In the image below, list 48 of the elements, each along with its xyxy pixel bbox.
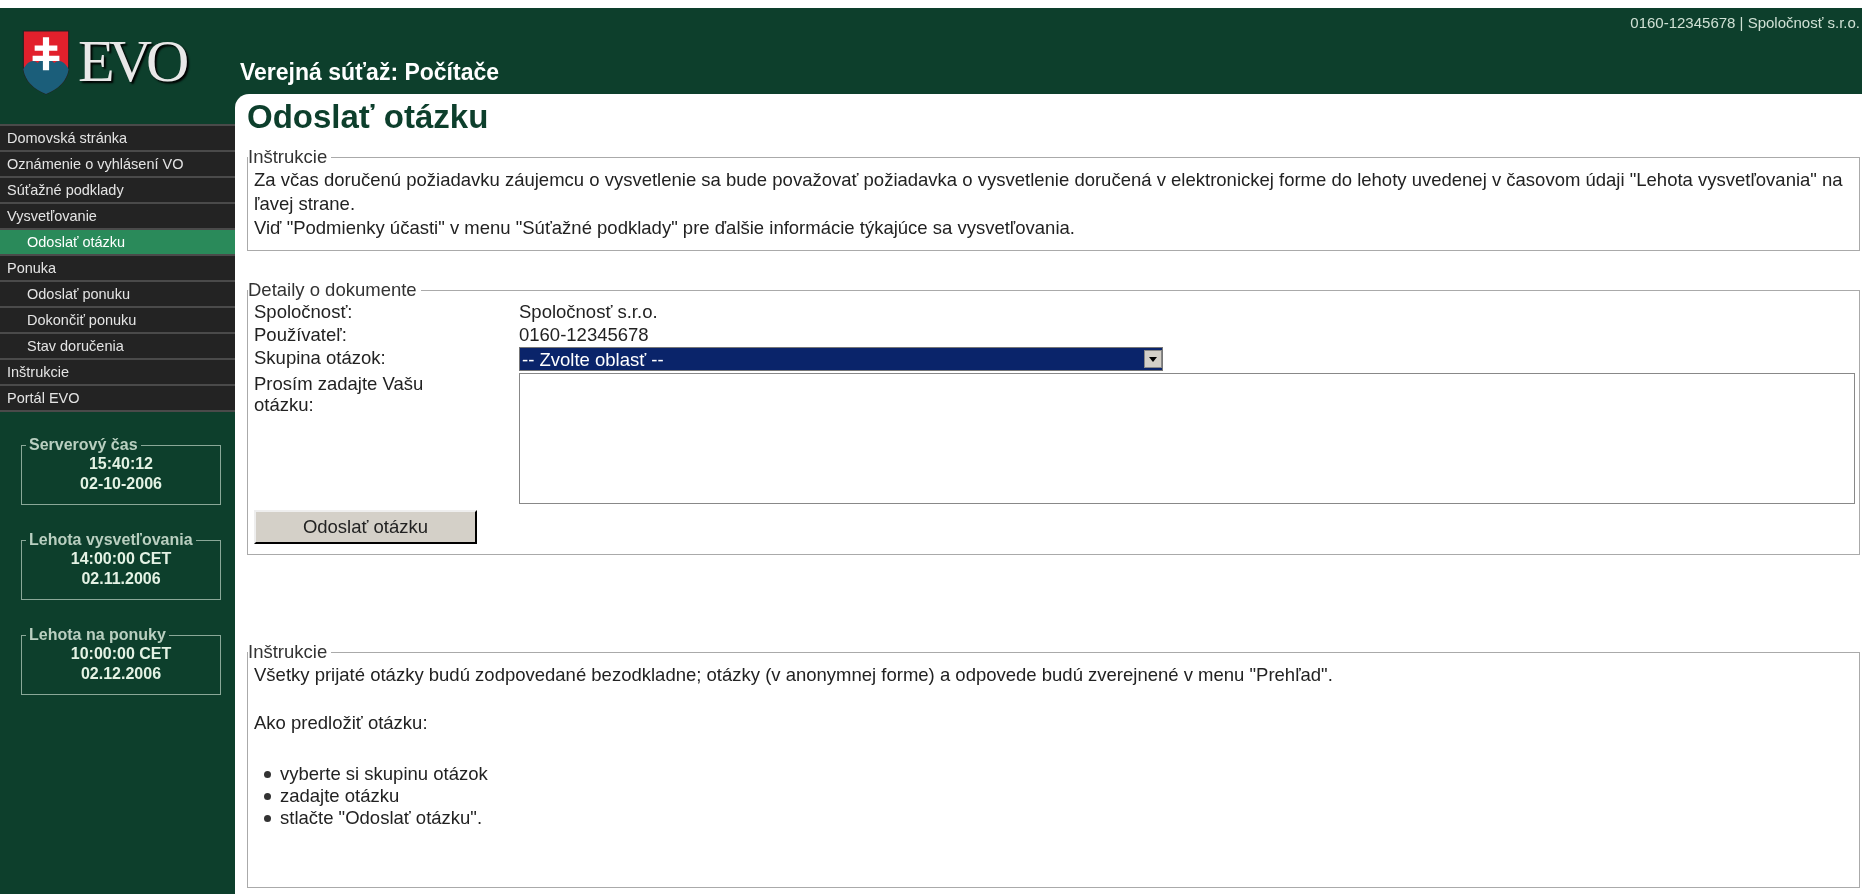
instruction-text: Za včas doručenú požiadavku záujemcu o vysvetlenie sa bude považovať požiadavka o vysvetlenie doručená v elektronickej forme do lehoty uvedenej v časovom údaji "Lehota vysvetľovania" na ľavej strane. xyxy=(254,168,1844,216)
section-legend: Inštrukcie xyxy=(248,641,332,663)
nav-item[interactable]: Portál EVO xyxy=(0,384,235,410)
nav-item[interactable]: Oznámenie o vyhlásení VO xyxy=(0,150,235,176)
submit-button[interactable]: Odoslať otázku xyxy=(254,510,477,544)
nav-item[interactable]: Súťažné podklady xyxy=(0,176,235,202)
field-value: 0160-12345678 xyxy=(519,324,650,345)
panel-value: 02-10-2006 xyxy=(79,474,163,494)
panel-value: 15:40:12 xyxy=(87,454,154,474)
field-label: Skupina otázok: xyxy=(254,347,387,370)
section-legend: Detaily o dokumente xyxy=(248,279,421,301)
field-label: Používateľ: xyxy=(254,324,348,345)
nav-item[interactable]: Dokončiť ponuku xyxy=(0,306,235,332)
panel-value: 02.11.2006 xyxy=(80,569,162,589)
account-info: 0160-12345678 | Spoločnosť s.r.o. xyxy=(1630,14,1860,33)
nav-item[interactable]: Domovská stránka xyxy=(0,124,235,150)
nav-item[interactable]: Odoslať otázku xyxy=(0,228,235,254)
field-label: Spoločnosť: xyxy=(254,301,354,322)
bullet-icon xyxy=(264,814,271,822)
panel-value: 14:00:00 CET xyxy=(69,549,173,569)
bullet-icon xyxy=(264,770,271,778)
nav-item[interactable]: Odoslať ponuku xyxy=(0,280,235,306)
help-text: Ako predložiť otázku: xyxy=(254,711,429,735)
field-label: Prosím zadajte Vašu otázku: xyxy=(254,373,425,417)
coat-of-arms-icon xyxy=(20,27,72,96)
step-item: zadajte otázku xyxy=(280,785,400,807)
help-text: Všetky prijaté otázky budú zodpovedané bezodkladne; otázky (v anonymnej forme) a odpovede budú zverejnené v menu "Prehľad". xyxy=(254,663,1334,687)
panel-title: Lehota vysvetľovania xyxy=(28,531,194,549)
field-value: Spoločnosť s.r.o. xyxy=(519,301,659,322)
logo-text: EVO xyxy=(78,27,184,96)
dropdown-arrow-icon xyxy=(1149,356,1157,362)
question-group-select[interactable]: -- Zvolte oblasť -- xyxy=(519,347,1163,371)
panel-value: 10:00:00 CET xyxy=(69,644,173,664)
nav-item[interactable]: Ponuka xyxy=(0,254,235,280)
section-legend: Inštrukcie xyxy=(248,146,332,168)
panel-title: Lehota na ponuky xyxy=(28,626,167,644)
nav-item[interactable]: Stav doručenia xyxy=(0,332,235,358)
panel-title: Serverový čas xyxy=(28,436,139,454)
nav-item[interactable]: Inštrukcie xyxy=(0,358,235,384)
nav-item[interactable]: Vysvetľovanie xyxy=(0,202,235,228)
page-heading: Odoslať otázku xyxy=(247,98,490,136)
bullet-icon xyxy=(264,792,271,800)
panel-value: 02.12.2006 xyxy=(79,664,163,684)
step-item: stlačte "Odoslať otázku". xyxy=(280,807,483,829)
page-title: Verejná súťaž: Počítače xyxy=(240,59,500,87)
instruction-text: Viď "Podmienky účasti" v menu "Súťažné podklady" pre ďalšie informácie týkajúce sa vysvetľovania. xyxy=(254,216,1076,240)
step-item: vyberte si skupinu otázok xyxy=(280,763,488,785)
question-field[interactable] xyxy=(519,373,1855,504)
